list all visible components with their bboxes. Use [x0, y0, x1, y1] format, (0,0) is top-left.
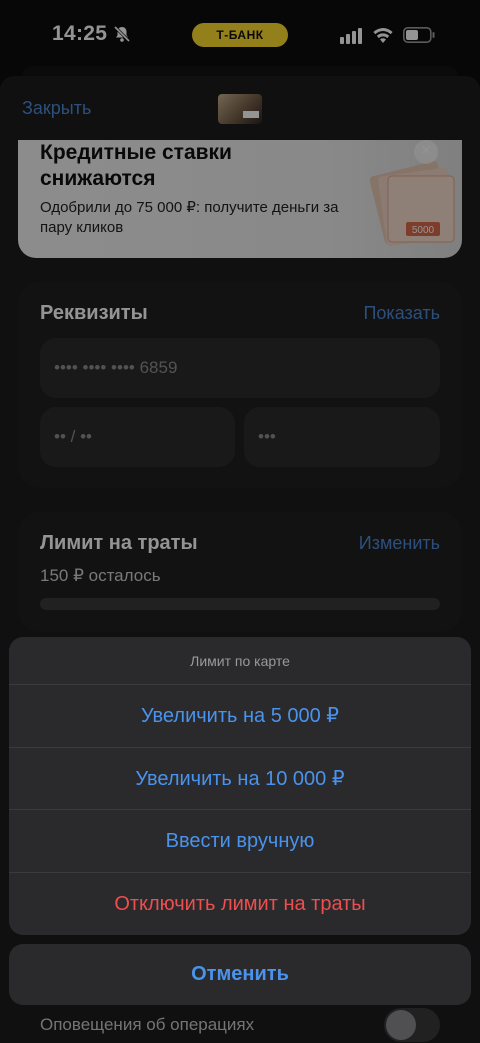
cancel-button[interactable]: Отменить — [9, 944, 471, 1005]
disable-limit-button[interactable]: Отключить лимит на траты — [9, 873, 471, 936]
limit-action-sheet: Лимит по карте Увеличить на 5 000 ₽ Увел… — [9, 637, 471, 935]
increase-10000-button[interactable]: Увеличить на 10 000 ₽ — [9, 748, 471, 810]
action-sheet-title: Лимит по карте — [9, 637, 471, 685]
increase-5000-button[interactable]: Увеличить на 5 000 ₽ — [9, 685, 471, 748]
enter-manually-button[interactable]: Ввести вручную — [9, 810, 471, 873]
